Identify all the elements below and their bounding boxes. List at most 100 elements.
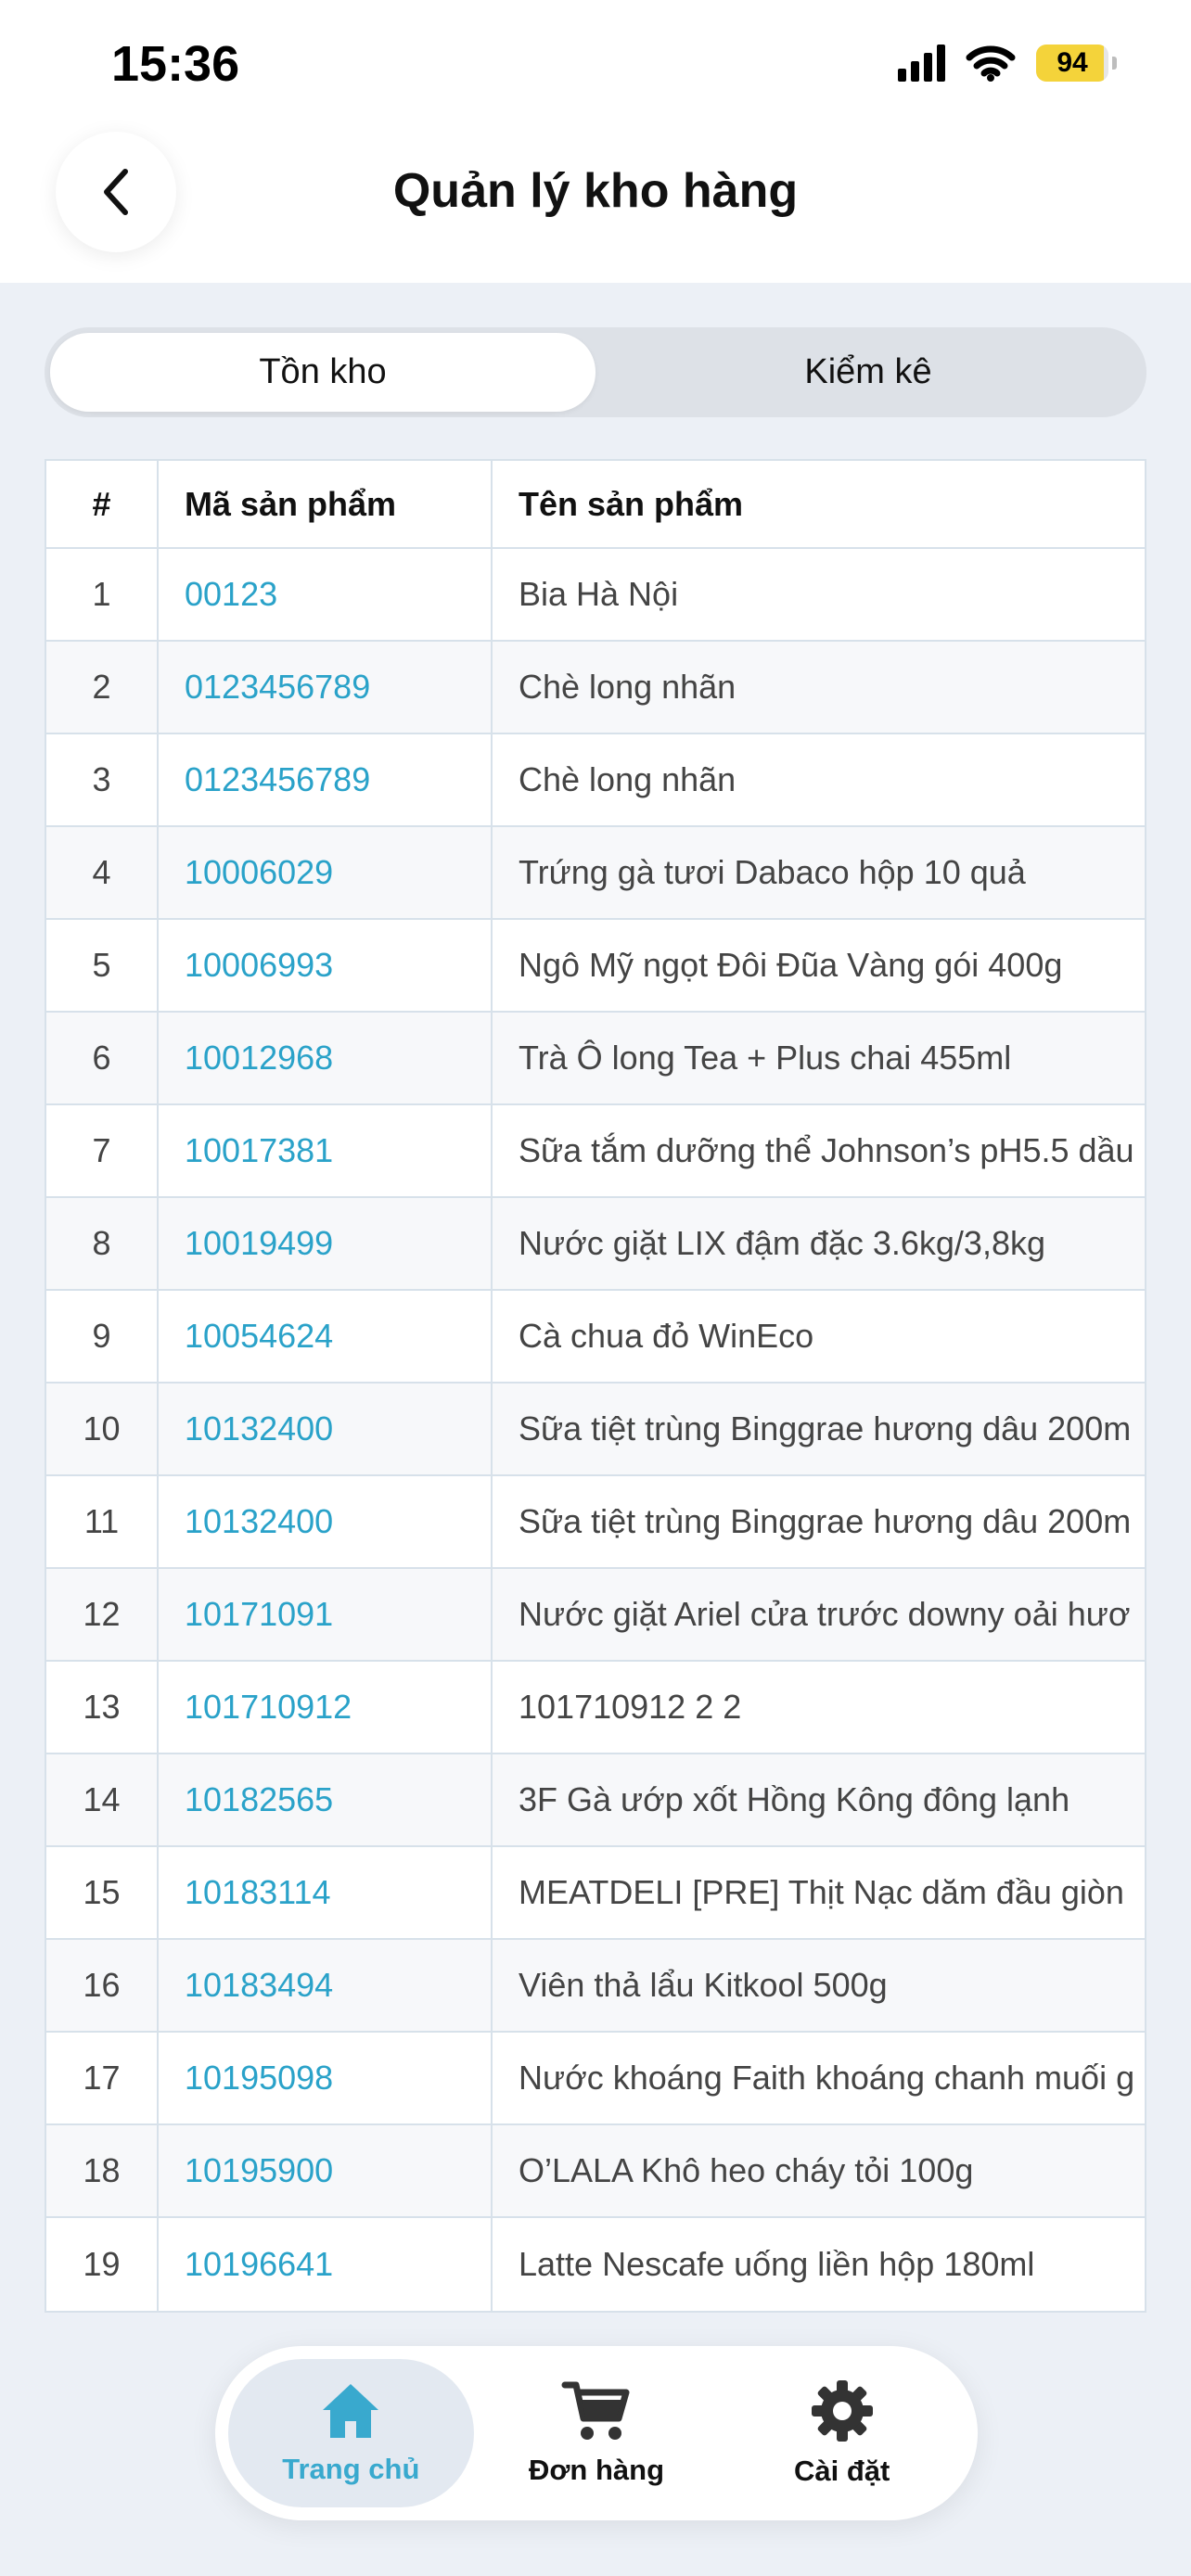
table-row[interactable]: 16 10183494 Viên thả lẩu Kitkool 500g [46, 1940, 1145, 2033]
row-number: 12 [46, 1569, 159, 1660]
row-number: 18 [46, 2125, 159, 2216]
table-row[interactable]: 9 10054624 Cà chua đỏ WinEco [46, 1291, 1145, 1384]
row-number: 16 [46, 1940, 159, 2031]
table-row[interactable]: 15 10183114 MEATDELI [PRE] Thịt Nạc dăm đầ… [46, 1847, 1145, 1940]
table-row[interactable]: 1 00123 Bia Hà Nội [46, 549, 1145, 642]
table-row[interactable]: 19 10196641 Latte Nescafe uống liền hộp 18… [46, 2218, 1145, 2311]
product-name: MEATDELI [PRE] Thịt Nạc dăm đầu giòn [519, 1873, 1124, 1911]
header: 15:36 94 Quản lý kho hàng [0, 0, 1191, 283]
product-name: Chè long nhãn [519, 760, 736, 798]
table-row[interactable]: 13 101710912 101710912 2 2 [46, 1662, 1145, 1754]
product-code-link[interactable]: 10183494 [159, 1940, 493, 2031]
product-code-link[interactable]: 0123456789 [159, 734, 493, 825]
product-name: Sữa tắm dưỡng thể Johnson’s pH5.5 dầu [519, 1131, 1134, 1169]
product-name: Trứng gà tươi Dabaco hộp 10 quả [519, 853, 1026, 891]
table-row[interactable]: 2 0123456789 Chè long nhãn [46, 642, 1145, 734]
product-name: Sữa tiệt trùng Binggrae hương dâu 200m [519, 1502, 1132, 1540]
row-number: 8 [46, 1198, 159, 1289]
bottom-nav: Trang chủ Đơn hàng Cài đặt [215, 2346, 978, 2520]
row-number: 9 [46, 1291, 159, 1382]
row-number: 4 [46, 827, 159, 918]
product-name: 101710912 2 2 [519, 1688, 742, 1726]
table-row[interactable]: 5 10006993 Ngô Mỹ ngọt Đôi Đũa Vàng gói 40… [46, 920, 1145, 1013]
product-name: Ngô Mỹ ngọt Đôi Đũa Vàng gói 400g [519, 946, 1063, 984]
table-body: 1 00123 Bia Hà Nội 2 0123456789 Chè long nhãn… [46, 549, 1145, 2311]
product-name: Bia Hà Nội [519, 575, 679, 613]
nav-label-home: Trang chủ [282, 2453, 420, 2485]
product-code-link[interactable]: 10196641 [159, 2218, 493, 2311]
battery-text: 94 [1057, 47, 1088, 78]
product-code-link[interactable]: 00123 [159, 549, 493, 640]
table-row[interactable]: 18 10195900 O’LALA Khô heo cháy tỏi 100g [46, 2125, 1145, 2218]
row-number: 3 [46, 734, 159, 825]
table-row[interactable]: 7 10017381 Sữa tắm dưỡng thể Johnson’s pH5… [46, 1105, 1145, 1198]
row-number: 7 [46, 1105, 159, 1196]
table-row[interactable]: 12 10171091 Nước giặt Ariel cửa trước down… [46, 1569, 1145, 1662]
page-title: Quản lý kho hàng [392, 164, 799, 218]
cellular-signal-icon [898, 45, 945, 82]
row-number: 15 [46, 1847, 159, 1938]
status-time: 15:36 [111, 36, 240, 92]
tab-kiem-ke[interactable]: Kiểm kê [596, 333, 1141, 412]
product-code-link[interactable]: 10183114 [159, 1847, 493, 1938]
nav-item-settings[interactable]: Cài đặt [719, 2359, 965, 2507]
product-name: Sữa tiệt trùng Binggrae hương dâu 200m [519, 1409, 1132, 1447]
battery-tip [1112, 57, 1117, 70]
row-number: 11 [46, 1476, 159, 1567]
tab-ton-kho[interactable]: Tồn kho [50, 333, 596, 412]
product-code-link[interactable]: 10132400 [159, 1384, 493, 1474]
row-number: 1 [46, 549, 159, 640]
row-number: 5 [46, 920, 159, 1011]
table-row[interactable]: 11 10132400 Sữa tiệt trùng Binggrae hương … [46, 1476, 1145, 1569]
cart-icon [561, 2381, 630, 2440]
product-code-link[interactable]: 10054624 [159, 1291, 493, 1382]
product-name: 3F Gà ướp xốt Hồng Kông đông lạnh [519, 1780, 1070, 1818]
row-number: 10 [46, 1384, 159, 1474]
product-code-link[interactable]: 10171091 [159, 1569, 493, 1660]
nav-item-home[interactable]: Trang chủ [228, 2359, 474, 2507]
battery-icon: 94 [1036, 45, 1108, 82]
product-name: Trà Ô long Tea + Plus chai 455ml [519, 1039, 1012, 1077]
inventory-table: # Mã sản phẩm Tên sản phẩm 1 00123 Bia Hà … [45, 459, 1146, 2313]
table-row[interactable]: 8 10019499 Nước giặt LIX đậm đặc 3.6kg/3,8… [46, 1198, 1145, 1291]
product-name: Nước giặt Ariel cửa trước downy oải hươ [519, 1595, 1131, 1633]
row-number: 19 [46, 2218, 159, 2311]
product-code-link[interactable]: 10012968 [159, 1013, 493, 1103]
nav-label-settings: Cài đặt [794, 2455, 890, 2487]
table-row[interactable]: 4 10006029 Trứng gà tươi Dabaco hộp 10 quả [46, 827, 1145, 920]
table-row[interactable]: 3 0123456789 Chè long nhãn [46, 734, 1145, 827]
row-number: 13 [46, 1662, 159, 1753]
product-name: O’LALA Khô heo cháy tỏi 100g [519, 2151, 974, 2189]
home-icon [323, 2384, 379, 2438]
row-number: 17 [46, 2033, 159, 2123]
product-code-link[interactable]: 10132400 [159, 1476, 493, 1567]
table-row[interactable]: 6 10012968 Trà Ô long Tea + Plus chai 455m… [46, 1013, 1145, 1105]
nav-label-orders: Đơn hàng [528, 2454, 665, 2486]
product-code-link[interactable]: 0123456789 [159, 642, 493, 733]
product-code-link[interactable]: 10182565 [159, 1754, 493, 1845]
product-name: Chè long nhãn [519, 668, 736, 706]
product-name: Viên thả lẩu Kitkool 500g [519, 1966, 888, 2004]
row-number: 14 [46, 1754, 159, 1845]
gear-icon [811, 2380, 873, 2442]
product-code-link[interactable]: 10195098 [159, 2033, 493, 2123]
product-code-link[interactable]: 10195900 [159, 2125, 493, 2216]
product-code-link[interactable]: 10006993 [159, 920, 493, 1011]
product-name: Latte Nescafe uống liền hộp 180ml [519, 2245, 1035, 2283]
row-number: 6 [46, 1013, 159, 1103]
status-indicators: 94 [898, 45, 1117, 82]
table-row[interactable]: 14 10182565 3F Gà ướp xốt Hồng Kông đông l… [46, 1754, 1145, 1847]
segmented-tabs: Tồn kho Kiểm kê [45, 327, 1146, 417]
product-code-link[interactable]: 10019499 [159, 1198, 493, 1289]
column-header-name: Tên sản phẩm [519, 484, 744, 523]
product-code-link[interactable]: 101710912 [159, 1662, 493, 1753]
nav-item-orders[interactable]: Đơn hàng [474, 2359, 720, 2507]
table-header: # Mã sản phẩm Tên sản phẩm [46, 461, 1145, 549]
table-row[interactable]: 17 10195098 Nước khoáng Faith khoáng chanh… [46, 2033, 1145, 2125]
table-row[interactable]: 10 10132400 Sữa tiệt trùng Binggrae hương … [46, 1384, 1145, 1476]
column-header-code: Mã sản phẩm [159, 461, 493, 547]
product-code-link[interactable]: 10017381 [159, 1105, 493, 1196]
column-header-number: # [46, 461, 159, 547]
product-name: Nước giặt LIX đậm đặc 3.6kg/3,8kg [519, 1224, 1046, 1262]
product-code-link[interactable]: 10006029 [159, 827, 493, 918]
